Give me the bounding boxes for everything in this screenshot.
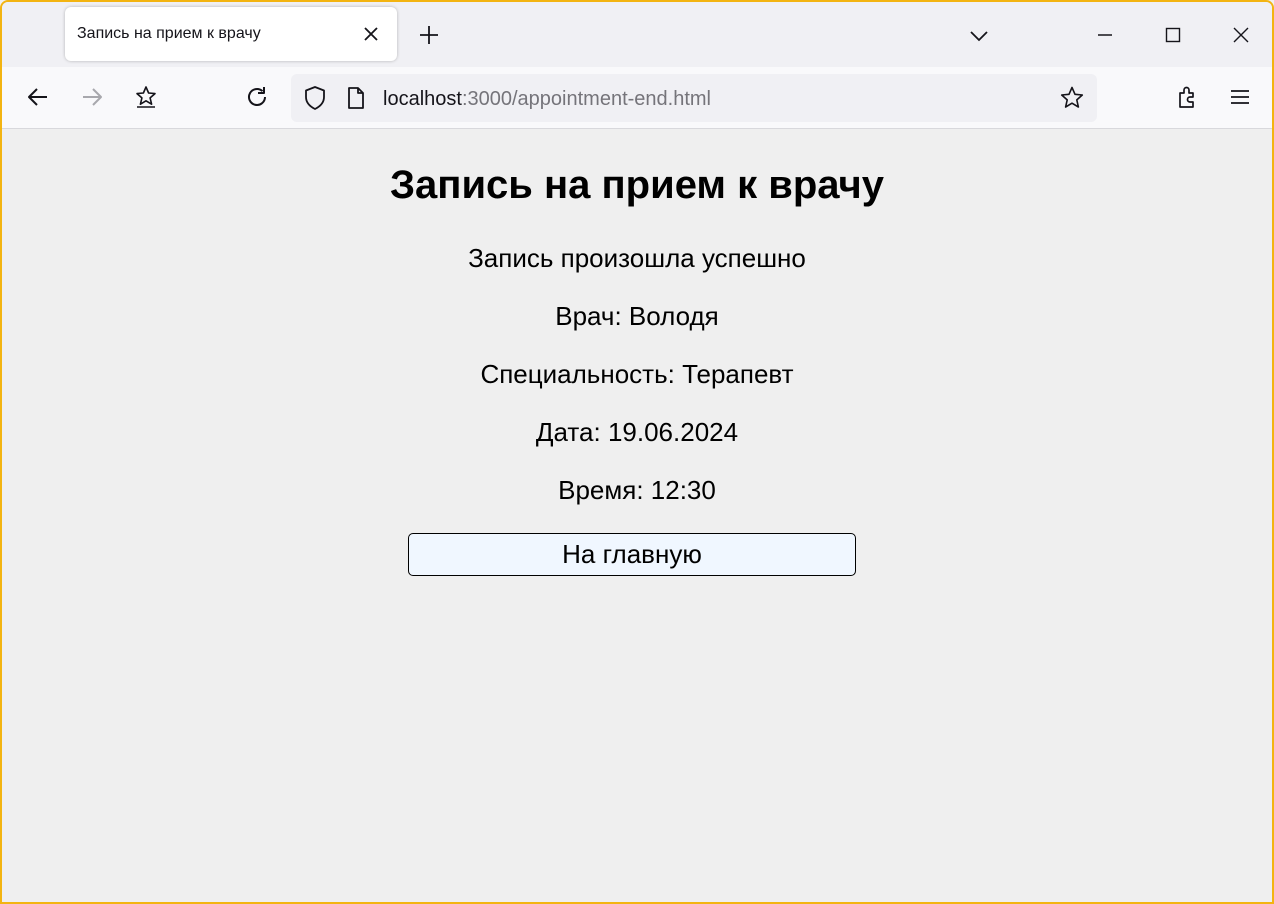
- home-button[interactable]: На главную: [408, 533, 856, 576]
- success-message: Запись произошла успешно: [468, 243, 806, 273]
- date-info: Дата: 19.06.2024: [535, 417, 739, 447]
- page-icon[interactable]: [343, 85, 369, 111]
- bookmark-star-icon[interactable]: [133, 84, 159, 110]
- page-title: Запись на прием к врачу: [389, 163, 884, 207]
- minimize-icon[interactable]: [1094, 24, 1116, 46]
- active-tab[interactable]: Запись на прием к врачу: [65, 7, 397, 61]
- star-icon[interactable]: [1059, 85, 1085, 111]
- close-tab-icon[interactable]: [361, 24, 381, 44]
- navigation-toolbar: localhost:3000/appointment-end.html: [2, 67, 1272, 129]
- browser-window: Запись на прием к врачу localhost:3000/a…: [0, 0, 1274, 904]
- tab-bar: Запись на прием к врачу: [2, 2, 1272, 67]
- time-info: Время: 12:30: [558, 475, 716, 505]
- page-content: Запись на прием к врачу Запись произошла…: [2, 129, 1272, 902]
- specialty-info: Специальность: Терапевт: [480, 359, 794, 389]
- chevron-down-icon[interactable]: [968, 26, 990, 46]
- url-path: :3000/appointment-end.html: [461, 88, 711, 110]
- reload-icon[interactable]: [244, 84, 270, 110]
- doctor-info: Врач: Володя: [555, 301, 719, 331]
- url-text[interactable]: localhost:3000/appointment-end.html: [383, 88, 711, 111]
- new-tab-icon[interactable]: [418, 24, 440, 46]
- tab-title: Запись на прием к врачу: [77, 25, 261, 42]
- url-host: localhost: [383, 88, 462, 110]
- close-window-icon[interactable]: [1230, 24, 1252, 46]
- maximize-icon[interactable]: [1162, 24, 1184, 46]
- extensions-icon[interactable]: [1175, 84, 1201, 110]
- address-bar[interactable]: localhost:3000/appointment-end.html: [291, 74, 1097, 122]
- back-arrow-icon[interactable]: [25, 84, 51, 110]
- menu-icon[interactable]: [1227, 84, 1253, 110]
- forward-arrow-icon: [83, 88, 102, 106]
- shield-icon[interactable]: [302, 85, 328, 111]
